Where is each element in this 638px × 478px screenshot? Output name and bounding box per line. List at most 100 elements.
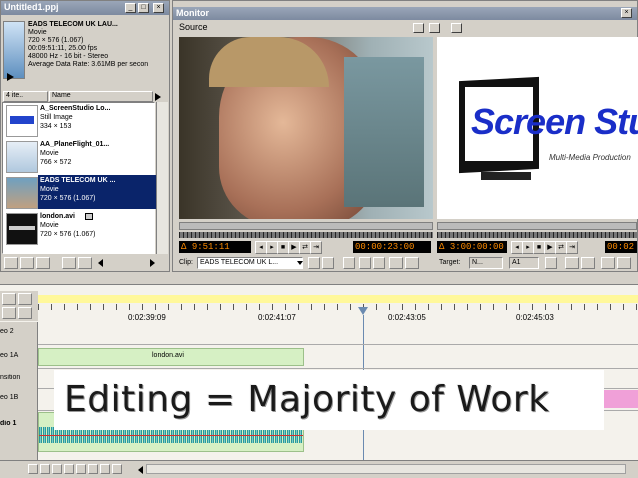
bin-scrollbar[interactable] (156, 102, 168, 254)
monitor-close-button[interactable]: × (621, 8, 632, 18)
program-play-in-out-button[interactable]: ⇥ (566, 241, 578, 254)
program-jog-strip[interactable] (437, 232, 637, 238)
item-thumbnail (6, 213, 38, 245)
track-label[interactable]: eo 1A (0, 352, 38, 359)
items-count-header[interactable]: 4 ite.. (3, 91, 48, 102)
timeline-toolbar (0, 291, 38, 321)
clip-data-rate: Average Data Rate: 3.61MB per secon (28, 61, 149, 68)
list-item[interactable]: london.avi Movie 720 × 576 (1.067) (5, 211, 155, 245)
mark-out-button[interactable] (322, 257, 334, 269)
play-preview-icon[interactable] (7, 73, 14, 81)
program-in-button[interactable] (601, 257, 615, 269)
timeline-scrollbar[interactable] (146, 464, 626, 474)
program-video: Screen Stu Multi-Media Production (437, 37, 638, 219)
lift-button[interactable] (565, 257, 579, 269)
trim-view-button[interactable] (451, 23, 462, 33)
track-label[interactable]: nsition (0, 374, 38, 381)
list-item[interactable]: AA_PlaneFlight_01... Movie 766 × 572 (5, 139, 155, 173)
play-in-out-button[interactable]: ⇥ (310, 241, 322, 254)
delete-item-button[interactable] (78, 257, 92, 269)
clip-name: EADS TELECOM UK LAU... (28, 21, 118, 28)
item-thumbnail (6, 141, 38, 173)
mark-in-button[interactable] (308, 257, 320, 269)
program-timecode-left: Δ 3:00:00:00 (437, 241, 507, 253)
video-clip-label: london.avi (152, 352, 184, 359)
target-audio-dropdown[interactable]: A1 (509, 257, 539, 269)
new-bin-button[interactable] (62, 257, 76, 269)
program-marker-button[interactable] (545, 257, 557, 269)
icon-view-button[interactable] (4, 257, 18, 269)
zoom-menu-button[interactable] (28, 464, 38, 474)
maximize-button[interactable]: □ (138, 3, 149, 13)
program-timecode-right: 00:02 (605, 241, 637, 253)
source-timecode-left: Δ 9:51:11 (179, 241, 251, 253)
scroll-right-icon[interactable] (150, 259, 155, 267)
source-label: Source (179, 22, 208, 32)
monitor-title: Monitor (176, 8, 209, 18)
transition-clip[interactable] (604, 390, 638, 408)
ruler-timecode: 0:02:45:03 (516, 313, 554, 322)
toggle-sync-button[interactable] (52, 464, 62, 474)
toggle-snap-button[interactable] (40, 464, 50, 474)
item-thumbnail (6, 105, 38, 137)
caption-text: Editing = Majority of Work (64, 379, 550, 420)
razor-tool-button[interactable] (18, 293, 32, 305)
keyframe-button[interactable] (100, 464, 110, 474)
toggle-shift-button[interactable] (64, 464, 74, 474)
source-scrub-bar[interactable] (179, 222, 433, 230)
program-scrub-bar[interactable] (437, 222, 637, 230)
preview-thumbnail (3, 21, 25, 79)
extract-button[interactable] (581, 257, 595, 269)
film-icon (85, 213, 93, 220)
work-area-bar[interactable] (38, 295, 638, 303)
list-view-button[interactable] (36, 257, 50, 269)
logo-tagline: Multi-Media Production (549, 153, 631, 162)
timeline-scroll-left-icon[interactable] (138, 466, 143, 474)
program-out-button[interactable] (617, 257, 631, 269)
dual-view-button[interactable] (429, 23, 440, 33)
source-jog-strip[interactable] (179, 232, 433, 238)
source-in-button[interactable] (389, 257, 403, 269)
bin-toolbar (2, 257, 168, 270)
program-transport: ◂ ▸ ■ ▶ ⇄ ⇥ (511, 241, 601, 254)
track-label[interactable]: eo 1B (0, 394, 38, 401)
name-column-header[interactable]: Name (49, 91, 153, 102)
sort-arrow-icon[interactable] (155, 93, 161, 101)
monitor-titlebar[interactable]: Monitor (173, 7, 637, 20)
overlay-button[interactable] (373, 257, 385, 269)
minimize-button[interactable]: _ (125, 3, 136, 13)
clip-label: Clip: (179, 259, 194, 266)
insert-button[interactable] (359, 257, 371, 269)
track-label[interactable]: dio 1 (0, 420, 38, 427)
timeline-bottom-bar (0, 460, 638, 478)
track-label[interactable]: eo 2 (0, 328, 38, 335)
clip-dropdown[interactable]: EADS TELECOM UK L... (197, 257, 303, 269)
set-marker-button[interactable] (343, 257, 355, 269)
track-select-tool-button[interactable] (2, 307, 16, 319)
selection-tool-button[interactable] (2, 293, 16, 305)
thumbnail-view-button[interactable] (20, 257, 34, 269)
clip-audio: 48000 Hz - 16 bit - Stereo (28, 53, 109, 60)
edge-view-button[interactable] (88, 464, 98, 474)
bin-list: A_ScreenStudio Lo... Still Image 334 × 1… (2, 102, 156, 254)
track-mode-button[interactable] (76, 464, 86, 474)
target-video-dropdown[interactable]: N... (469, 257, 503, 269)
clip-type: Movie (28, 29, 47, 36)
list-item-selected[interactable]: EADS TELECOM UK ... Movie 720 × 576 (1.0… (5, 175, 156, 209)
playhead-icon[interactable] (358, 307, 368, 315)
clip-size: 720 × 576 (1.067) (28, 37, 84, 44)
source-out-button[interactable] (405, 257, 419, 269)
target-label: Target: (439, 259, 461, 266)
hand-tool-button[interactable] (18, 307, 32, 319)
single-view-button[interactable] (413, 23, 424, 33)
list-item[interactable]: A_ScreenStudio Lo... Still Image 334 × 1… (5, 103, 155, 137)
clip-dropdown-arrow-icon[interactable] (297, 261, 303, 265)
source-timecode-right: 00:00:23:00 (353, 241, 431, 253)
item-thumbnail (6, 177, 38, 209)
close-button[interactable]: × (153, 3, 164, 13)
ruler-timecode: 0:02:41:07 (258, 313, 296, 322)
ruler-timecode: 0:02:39:09 (128, 313, 166, 322)
edit-mode-button[interactable] (112, 464, 122, 474)
ruler-timecode: 0:02:43:05 (388, 313, 426, 322)
scroll-left-icon[interactable] (98, 259, 103, 267)
